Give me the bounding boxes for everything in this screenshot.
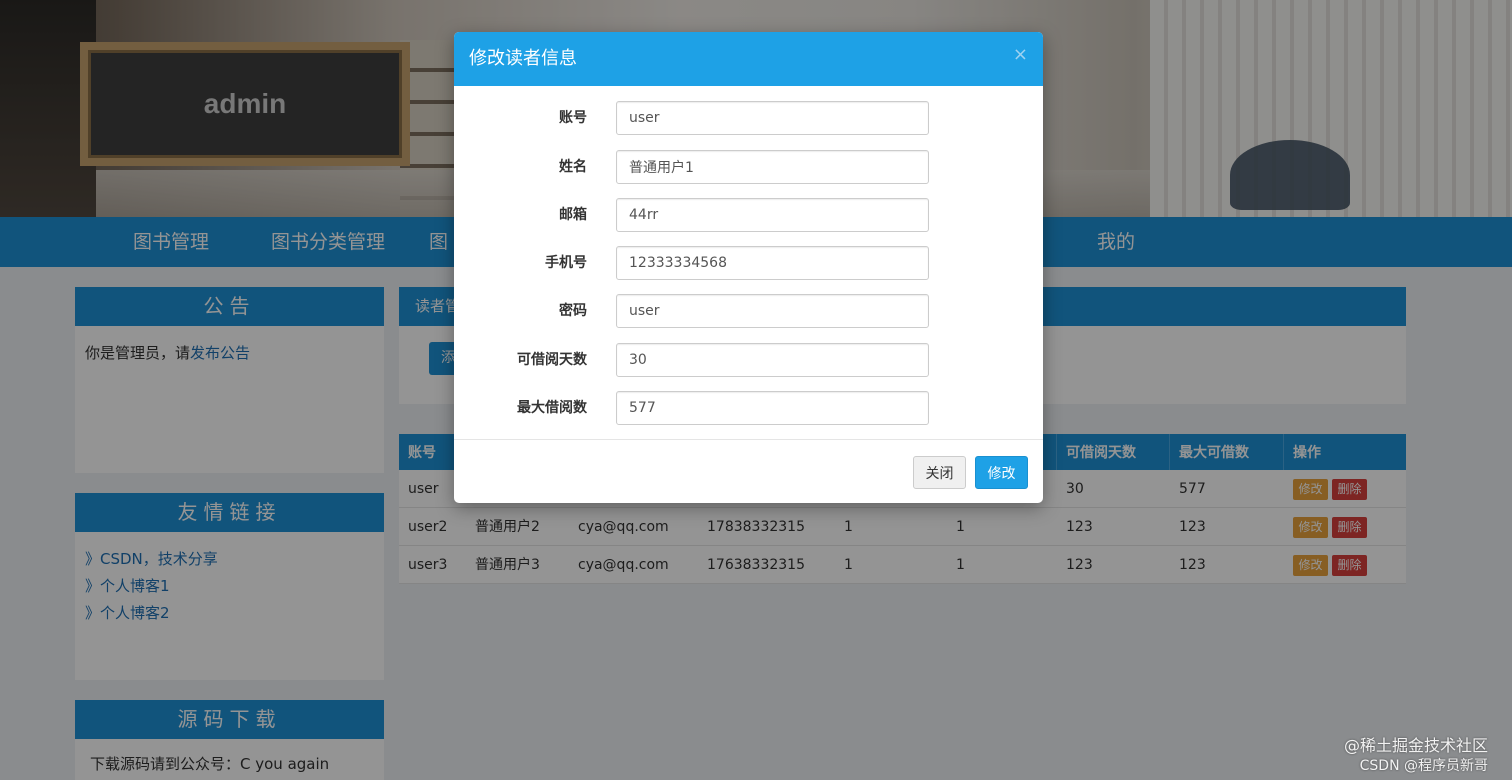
form-row-max-borrow: 最大借阅数	[454, 391, 1043, 425]
form-row-email: 邮箱	[454, 198, 1043, 232]
max-borrow-input[interactable]	[616, 391, 929, 425]
name-label: 姓名	[559, 159, 587, 175]
close-button[interactable]: 关闭	[913, 456, 966, 489]
edit-reader-modal: 修改读者信息 × 账号 姓名 邮箱 手机号 密码 可借阅天数 最大借阅数 关闭 …	[454, 32, 1043, 503]
password-input[interactable]	[616, 294, 929, 328]
form-row-name: 姓名	[454, 150, 1043, 184]
account-label: 账号	[559, 110, 587, 126]
account-input[interactable]	[616, 101, 929, 135]
modal-title: 修改读者信息	[469, 48, 577, 69]
max-borrow-label: 最大借阅数	[517, 400, 587, 416]
submit-edit-button[interactable]: 修改	[975, 456, 1028, 489]
phone-input[interactable]	[616, 246, 929, 280]
form-row-borrow-days: 可借阅天数	[454, 343, 1043, 377]
name-input[interactable]	[616, 150, 929, 184]
form-row-account: 账号	[454, 101, 1043, 135]
modal-footer: 关闭 修改	[454, 439, 1043, 503]
form-row-password: 密码	[454, 294, 1043, 328]
phone-label: 手机号	[545, 255, 587, 271]
watermark-line-2: CSDN @程序员新哥	[1359, 758, 1488, 774]
email-input[interactable]	[616, 198, 929, 232]
modal-header: 修改读者信息 ×	[454, 32, 1043, 86]
borrow-days-input[interactable]	[616, 343, 929, 377]
borrow-days-label: 可借阅天数	[517, 352, 587, 368]
email-label: 邮箱	[559, 207, 587, 223]
watermark-line-1: @稀土掘金技术社区	[1343, 736, 1488, 755]
password-label: 密码	[559, 303, 587, 319]
form-row-phone: 手机号	[454, 246, 1043, 280]
watermark: @稀土掘金技术社区 CSDN @程序员新哥	[1344, 736, 1488, 776]
close-icon[interactable]: ×	[1013, 44, 1028, 65]
